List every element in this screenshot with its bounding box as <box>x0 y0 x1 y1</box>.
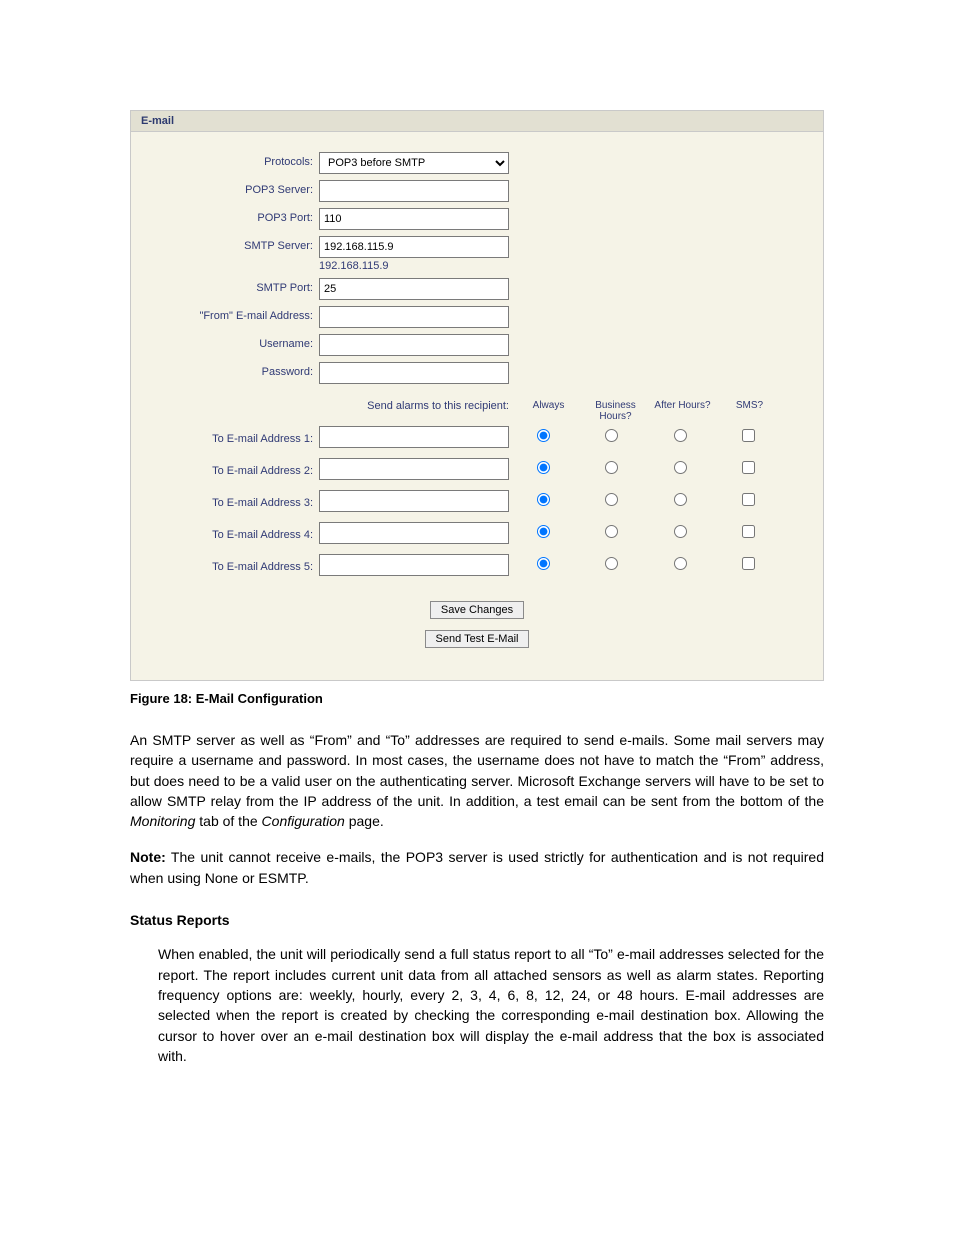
password-label: Password: <box>171 362 319 378</box>
recipient-label: To E-mail Address 2: <box>171 461 319 477</box>
protocols-label: Protocols: <box>171 152 319 168</box>
recipient-row: To E-mail Address 3: <box>171 490 783 512</box>
paragraph-smtp-intro: An SMTP server as well as “From” and “To… <box>130 730 824 831</box>
recipients-heading: Send alarms to this recipient: <box>319 400 515 422</box>
recipient-business-radio[interactable] <box>605 493 618 506</box>
from-address-input[interactable] <box>319 306 509 328</box>
username-label: Username: <box>171 334 319 350</box>
smtp-server-label: SMTP Server: <box>171 236 319 252</box>
recipient-always-radio[interactable] <box>537 525 550 538</box>
recipient-row: To E-mail Address 2: <box>171 458 783 480</box>
recipient-business-radio[interactable] <box>605 461 618 474</box>
smtp-server-input[interactable] <box>319 236 509 258</box>
email-panel: E-mail Protocols: POP3 before SMTP POP3 … <box>130 110 824 681</box>
recipient-row: To E-mail Address 5: <box>171 554 783 576</box>
paragraph-note: Note: The unit cannot receive e-mails, t… <box>130 847 824 888</box>
recipient-after-radio[interactable] <box>674 461 687 474</box>
recipient-after-radio[interactable] <box>674 557 687 570</box>
pop3-port-input[interactable] <box>319 208 509 230</box>
pop3-server-label: POP3 Server: <box>171 180 319 196</box>
panel-title: E-mail <box>131 111 823 132</box>
protocols-select[interactable]: POP3 before SMTP <box>319 152 509 174</box>
recipient-after-radio[interactable] <box>674 429 687 442</box>
recipient-email-input[interactable] <box>319 426 509 448</box>
smtp-server-note: 192.168.115.9 <box>319 260 509 272</box>
col-always: Always <box>515 400 582 422</box>
username-input[interactable] <box>319 334 509 356</box>
paragraph-status-reports: When enabled, the unit will periodically… <box>130 944 824 1066</box>
recipient-label: To E-mail Address 4: <box>171 525 319 541</box>
recipient-always-radio[interactable] <box>537 429 550 442</box>
recipient-after-radio[interactable] <box>674 525 687 538</box>
recipient-label: To E-mail Address 3: <box>171 493 319 509</box>
recipient-business-radio[interactable] <box>605 429 618 442</box>
from-address-label: "From" E-mail Address: <box>171 306 319 322</box>
recipient-email-input[interactable] <box>319 458 509 480</box>
recipient-sms-checkbox[interactable] <box>742 493 755 506</box>
pop3-server-input[interactable] <box>319 180 509 202</box>
col-business-hours: Business Hours? <box>582 400 649 422</box>
recipient-row: To E-mail Address 1: <box>171 426 783 448</box>
pop3-port-label: POP3 Port: <box>171 208 319 224</box>
recipient-label: To E-mail Address 1: <box>171 429 319 445</box>
recipient-always-radio[interactable] <box>537 461 550 474</box>
section-title-status-reports: Status Reports <box>130 910 824 930</box>
save-changes-button[interactable]: Save Changes <box>430 601 524 619</box>
recipient-sms-checkbox[interactable] <box>742 429 755 442</box>
recipient-always-radio[interactable] <box>537 493 550 506</box>
recipient-business-radio[interactable] <box>605 525 618 538</box>
col-after-hours: After Hours? <box>649 400 716 422</box>
recipient-label: To E-mail Address 5: <box>171 557 319 573</box>
recipient-sms-checkbox[interactable] <box>742 557 755 570</box>
recipient-email-input[interactable] <box>319 490 509 512</box>
smtp-port-input[interactable] <box>319 278 509 300</box>
recipient-sms-checkbox[interactable] <box>742 525 755 538</box>
recipient-always-radio[interactable] <box>537 557 550 570</box>
recipient-email-input[interactable] <box>319 522 509 544</box>
recipient-sms-checkbox[interactable] <box>742 461 755 474</box>
recipient-email-input[interactable] <box>319 554 509 576</box>
recipient-row: To E-mail Address 4: <box>171 522 783 544</box>
figure-caption: Figure 18: E-Mail Configuration <box>130 691 824 706</box>
col-sms: SMS? <box>716 400 783 422</box>
recipient-business-radio[interactable] <box>605 557 618 570</box>
smtp-port-label: SMTP Port: <box>171 278 319 294</box>
send-test-email-button[interactable]: Send Test E-Mail <box>425 630 530 648</box>
recipient-after-radio[interactable] <box>674 493 687 506</box>
password-input[interactable] <box>319 362 509 384</box>
